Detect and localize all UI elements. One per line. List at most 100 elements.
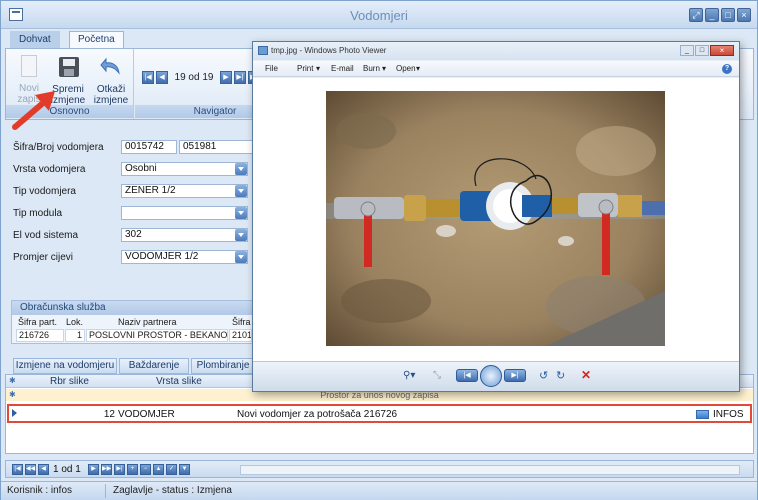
bnav-next-page-button[interactable]: ▶▶ xyxy=(101,464,112,475)
cell-sifra[interactable]: 2101 xyxy=(229,329,252,342)
vrsta-label: Vrsta vodomjera xyxy=(13,164,86,175)
bnav-record-counter: 1 od 1 xyxy=(53,464,81,475)
row-indicator-icon xyxy=(12,409,17,417)
nav-prev-button[interactable]: ◀ xyxy=(156,71,168,84)
fit-to-window-icon[interactable]: ⤡ xyxy=(433,370,441,381)
status-divider xyxy=(105,484,106,498)
undo-arrow-icon xyxy=(100,57,120,75)
bnav-delete-button[interactable]: − xyxy=(140,464,151,475)
chevron-down-icon[interactable]: ▾ xyxy=(416,64,420,73)
bottom-navigator: |◀ ◀◀ ◀ 1 od 1 ▶ ▶▶ ▶| + − ▲ ✓ ▼ xyxy=(5,460,754,478)
bnav-cancel-button[interactable]: ▼ xyxy=(179,464,190,475)
tab-pocetna[interactable]: Početna xyxy=(69,31,124,48)
broj-input[interactable]: 051981 xyxy=(179,140,253,154)
bnav-save-button[interactable]: ✓ xyxy=(166,464,177,475)
cancel-changes-button[interactable]: Otkaži izmjene xyxy=(92,53,130,106)
photo-viewer-window: tmp.jpg - Windows Photo Viewer _ □ × Fil… xyxy=(252,41,740,392)
tip-combo[interactable]: ZENER 1/2 xyxy=(121,184,248,198)
col-lok: Lok. xyxy=(66,317,84,327)
next-image-button[interactable]: ▶| xyxy=(504,369,526,382)
chevron-down-icon[interactable] xyxy=(235,229,247,241)
delete-icon[interactable]: ✕ xyxy=(581,368,591,382)
chevron-down-icon[interactable] xyxy=(235,251,247,263)
status-state: Zaglavlje - status : Izmjena xyxy=(113,485,232,496)
slideshow-button[interactable] xyxy=(480,365,502,387)
obracunska-panel: Obračunska služba Šifra part. Lok. Naziv… xyxy=(11,300,254,344)
tab-dohvat[interactable]: Dohvat xyxy=(10,31,60,48)
maximize-button[interactable]: □ xyxy=(721,8,735,22)
col-naziv: Naziv partnera xyxy=(118,317,177,327)
nav-next-button[interactable]: ▶ xyxy=(220,71,232,84)
photo-viewer-controls: ⚲▾ ⤡ |◀ ▶| ↺ ↻ ✕ xyxy=(253,361,739,391)
sifra-broj-label: Šifra/Broj vodomjera xyxy=(13,142,104,153)
previous-image-button[interactable]: |◀ xyxy=(456,369,478,382)
pv-maximize-button[interactable]: □ xyxy=(695,45,709,56)
main-window: Vodomjeri ⤢ _ □ × Dohvat Početna Novi za… xyxy=(0,0,758,500)
pv-close-button[interactable]: × xyxy=(710,45,734,56)
minimize-button[interactable]: _ xyxy=(705,8,719,22)
cell-vrsta[interactable]: VODOMJER xyxy=(118,409,175,420)
vrsta-value: Osobni xyxy=(125,163,157,174)
table-row[interactable]: 12 VODOMJER Novi vodomjer za potrošača 2… xyxy=(7,404,752,423)
cell-rbr[interactable]: 12 xyxy=(101,409,115,420)
nav-first-button[interactable]: |◀ xyxy=(142,71,154,84)
el-vod-value: 302 xyxy=(125,229,142,240)
col-rbr-slike[interactable]: Rbr slike xyxy=(50,376,89,387)
bnav-next-button[interactable]: ▶ xyxy=(88,464,99,475)
cell-lok[interactable]: 1 xyxy=(65,329,85,342)
promjer-combo[interactable]: VODOMJER 1/2 xyxy=(121,250,248,264)
el-vod-label: El vod sistema xyxy=(13,230,79,241)
menu-burn[interactable]: Burn xyxy=(363,64,380,73)
chevron-down-icon[interactable] xyxy=(235,163,247,175)
col-vrsta-slike[interactable]: Vrsta slike xyxy=(156,376,202,387)
bnav-prev-page-button[interactable]: ◀◀ xyxy=(25,464,36,475)
bnav-add-button[interactable]: + xyxy=(127,464,138,475)
sifra-input[interactable]: 0015742 xyxy=(121,140,177,154)
help-icon[interactable]: ? xyxy=(722,64,732,74)
red-arrow-annotation xyxy=(12,91,55,130)
horizontal-scrollbar[interactable] xyxy=(240,465,740,475)
photo-viewer-app-icon xyxy=(258,46,268,55)
bnav-last-button[interactable]: ▶| xyxy=(114,464,125,475)
bnav-edit-button[interactable]: ▲ xyxy=(153,464,164,475)
grid-options-icon[interactable]: ✱ xyxy=(9,376,16,385)
rotate-counterclockwise-icon[interactable]: ↺ xyxy=(539,369,548,382)
floppy-disk-icon xyxy=(59,57,79,77)
cancel-label-line1: Otkaži xyxy=(96,84,126,95)
menu-email[interactable]: E-mail xyxy=(331,64,354,73)
tip-value: ZENER 1/2 xyxy=(125,185,176,196)
close-button[interactable]: × xyxy=(737,8,751,22)
resize-icon[interactable]: ⤢ xyxy=(689,8,703,22)
menu-open[interactable]: Open xyxy=(396,64,416,73)
status-bar: Korisnik : infos Zaglavlje - status : Iz… xyxy=(1,481,757,500)
chevron-down-icon[interactable]: ▾ xyxy=(382,64,386,73)
tab-bazdarenje[interactable]: Baždarenje xyxy=(119,358,189,374)
cell-opis[interactable]: Novi vodomjer za potrošača 216726 xyxy=(237,409,397,420)
menu-file[interactable]: File xyxy=(265,64,278,73)
zoom-icon[interactable]: ⚲▾ xyxy=(403,370,415,381)
chevron-down-icon[interactable] xyxy=(235,207,247,219)
bnav-prev-button[interactable]: ◀ xyxy=(38,464,49,475)
tip-modula-combo[interactable] xyxy=(121,206,248,220)
col-sifra: Šifra xyxy=(232,317,251,327)
photo-viewer-menu: File Print ▾ E-mail Burn ▾ Open ▾ ? xyxy=(253,61,739,77)
obracunska-title: Obračunska služba xyxy=(12,301,254,315)
bnav-first-button[interactable]: |◀ xyxy=(12,464,23,475)
tab-plombiranje[interactable]: Plombiranje xyxy=(191,358,255,374)
cell-tag[interactable]: INFOS xyxy=(713,409,744,420)
tab-izmjene[interactable]: Izmjene na vodomjeru xyxy=(13,358,117,374)
menu-print[interactable]: Print xyxy=(297,64,313,73)
chevron-down-icon[interactable]: ▾ xyxy=(316,64,320,73)
promjer-value: VODOMJER 1/2 xyxy=(125,251,199,262)
cell-sifra-part[interactable]: 216726 xyxy=(16,329,64,342)
chevron-down-icon[interactable] xyxy=(235,185,247,197)
el-vod-combo[interactable]: 302 xyxy=(121,228,248,242)
window-title: Vodomjeri xyxy=(350,8,408,23)
vrsta-combo[interactable]: Osobni xyxy=(121,162,248,176)
pv-minimize-button[interactable]: _ xyxy=(680,45,694,56)
rotate-clockwise-icon[interactable]: ↻ xyxy=(556,369,565,382)
nav-last-button[interactable]: ▶| xyxy=(234,71,246,84)
cell-naziv[interactable]: POSLOVNI PROSTOR - BEKANOVIĆ H xyxy=(86,329,228,342)
new-document-icon xyxy=(21,55,37,77)
nav-record-counter: 19 od 19 xyxy=(174,72,214,83)
